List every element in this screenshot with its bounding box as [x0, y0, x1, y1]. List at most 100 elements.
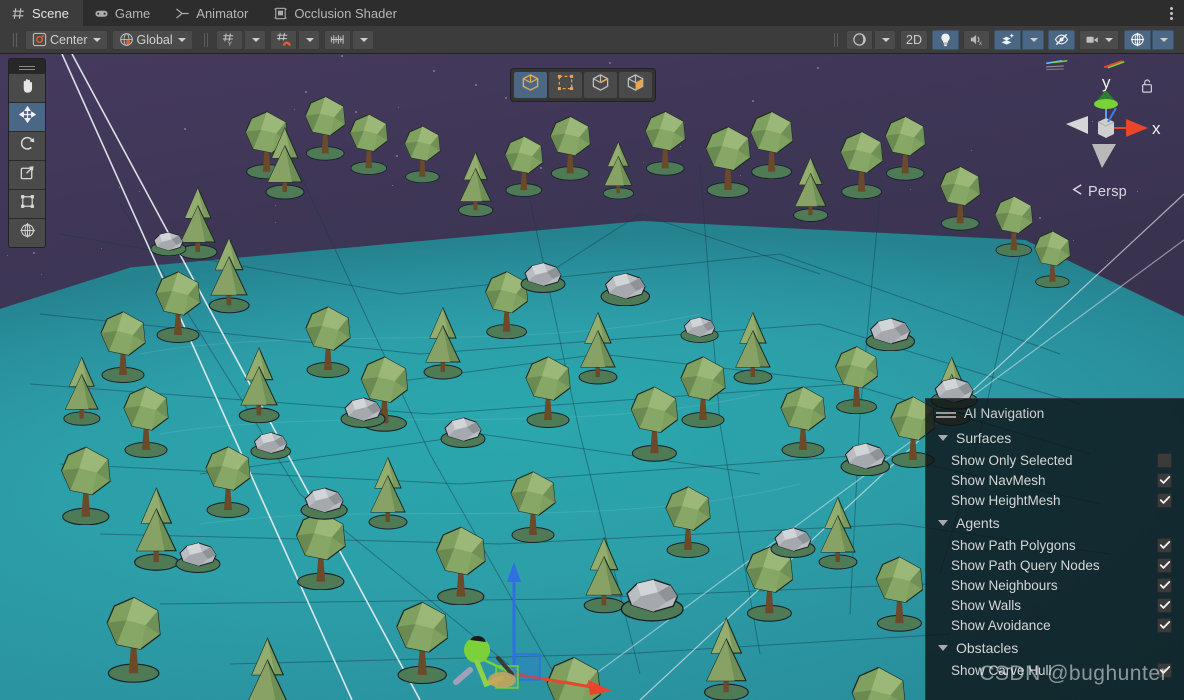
row-show-only-selected[interactable]: Show Only Selected [926, 450, 1184, 470]
toggle-2d-button[interactable]: 2D [900, 30, 928, 50]
row-show-avoidance[interactable]: Show Avoidance [926, 615, 1184, 635]
scene-tree-round [55, 444, 117, 525]
selected-agent-gizmo[interactable] [440, 554, 640, 700]
tab-scene[interactable]: Scene [0, 0, 83, 26]
move-tool[interactable] [9, 102, 45, 131]
row-label: Show Neighbours [951, 578, 1157, 593]
row-label: Show Carve Hull [951, 663, 1157, 678]
grid-icon [11, 6, 26, 21]
probuilder-mode-overlay [510, 68, 656, 102]
gizmos-button[interactable] [1124, 30, 1151, 50]
scene-tree-round [505, 469, 561, 543]
checkbox-show-walls[interactable] [1157, 598, 1172, 613]
scene-tree-pine [205, 234, 253, 314]
row-show-neighbours[interactable]: Show Neighbours [926, 575, 1184, 595]
increment-snap-dropdown[interactable] [352, 30, 374, 50]
panel-drag-handle[interactable] [936, 412, 956, 414]
move-arrows-icon [19, 106, 36, 128]
checkbox-show-path-query-nodes[interactable] [1157, 558, 1172, 573]
handle-space-label: Global [137, 33, 173, 47]
scene-rock [250, 429, 291, 460]
scale-icon [19, 164, 36, 186]
tab-game[interactable]: Game [83, 0, 164, 26]
ai-navigation-header[interactable]: AI Navigation [926, 401, 1184, 425]
checkbox-show-carve-hull[interactable] [1157, 663, 1172, 678]
window-tab-bar: Scene Game Animator Occlusion Shader [0, 0, 1184, 26]
rotate-tool[interactable] [9, 131, 45, 160]
checkbox-show-avoidance[interactable] [1157, 618, 1172, 633]
toolbar-grip-2[interactable] [202, 31, 211, 49]
row-label: Show NavMesh [951, 473, 1157, 488]
increment-snap-button[interactable] [324, 30, 351, 50]
grid-snap-control [270, 30, 320, 50]
grid-snap-dropdown[interactable] [298, 30, 320, 50]
chevron-down-icon [1105, 38, 1113, 42]
checkbox-show-heightmesh[interactable] [1157, 493, 1172, 508]
scene-audio-button[interactable]: x [963, 30, 990, 50]
row-label: Show Path Polygons [951, 538, 1157, 553]
gizmos-dropdown[interactable] [1152, 30, 1174, 50]
checkbox-show-navmesh[interactable] [1157, 473, 1172, 488]
group-agents[interactable]: Agents [926, 510, 1184, 535]
svg-text:x: x [979, 40, 982, 47]
scene-tree-pine [420, 304, 466, 380]
pivot-mode-button[interactable]: Center [25, 30, 108, 50]
svg-text:Y: Y [227, 41, 232, 47]
projection-mode-label: Persp [1088, 184, 1127, 200]
orientation-gizmo[interactable]: y x Persp [1036, 56, 1176, 206]
chevron-down-icon [938, 435, 948, 441]
ai-navigation-panel[interactable]: AI Navigation Surfaces Show Only Selecte… [925, 398, 1184, 700]
scene-tree-round [400, 124, 445, 183]
scale-tool[interactable] [9, 160, 45, 189]
group-obstacles[interactable]: Obstacles [926, 635, 1184, 660]
projection-mode-label-wrap[interactable]: Persp [1036, 183, 1162, 200]
checkbox-show-only-selected[interactable] [1157, 453, 1172, 468]
toolbar-grip[interactable] [11, 31, 20, 49]
row-show-navmesh[interactable]: Show NavMesh [926, 470, 1184, 490]
checkbox-show-path-polygons[interactable] [1157, 538, 1172, 553]
row-show-heightmesh[interactable]: Show HeightMesh [926, 490, 1184, 510]
effects-dropdown[interactable] [1022, 30, 1044, 50]
scene-rock [680, 314, 719, 343]
increment-snap-icon [330, 32, 345, 47]
row-show-path-query-nodes[interactable]: Show Path Query Nodes [926, 555, 1184, 575]
tab-label: Game [115, 6, 150, 21]
tool-palette-drag-handle[interactable] [9, 59, 45, 73]
group-surfaces[interactable]: Surfaces [926, 425, 1184, 450]
grid-snap-button[interactable] [270, 30, 297, 50]
increment-snap-control [324, 30, 374, 50]
hidden-objects-button[interactable] [1048, 30, 1075, 50]
scene-lighting-button[interactable] [932, 30, 959, 50]
lightbulb-icon [938, 32, 953, 47]
checkbox-show-neighbours[interactable] [1157, 578, 1172, 593]
axis-gizmo-cones[interactable]: y x [1036, 64, 1176, 194]
effects-button[interactable] [994, 30, 1021, 50]
vertex-mode-button[interactable] [549, 72, 582, 98]
camera-settings-button[interactable] [1079, 30, 1119, 50]
face-mode-button[interactable] [619, 72, 652, 98]
grid-axis-dropdown[interactable] [244, 30, 266, 50]
toolbar-grip-3[interactable] [832, 31, 841, 49]
grid-axis-control: Y [216, 30, 266, 50]
transform-tool[interactable] [9, 218, 45, 247]
row-show-carve-hull[interactable]: Show Carve Hull [926, 660, 1184, 680]
edge-mode-button[interactable] [584, 72, 617, 98]
handle-space-button[interactable]: Global [112, 30, 193, 50]
row-label: Show Only Selected [951, 453, 1157, 468]
grid-axis-button[interactable]: Y [216, 30, 243, 50]
scene-rock [440, 414, 486, 448]
shading-mode-button[interactable] [846, 30, 873, 50]
row-show-walls[interactable]: Show Walls [926, 595, 1184, 615]
scene-viewport[interactable]: y x Persp AI Navigation Surfaces Show On… [0, 54, 1184, 700]
row-label: Show Path Query Nodes [951, 558, 1157, 573]
kebab-menu-icon[interactable] [1158, 0, 1184, 26]
object-mode-button[interactable] [514, 72, 547, 98]
tab-animator[interactable]: Animator [164, 0, 262, 26]
tab-occlusion-shader[interactable]: Occlusion Shader [262, 0, 411, 26]
hand-tool[interactable] [9, 73, 45, 102]
scene-tree-pine [730, 309, 776, 385]
rect-tool[interactable] [9, 189, 45, 218]
scene-rock [340, 394, 386, 428]
shading-mode-dropdown[interactable] [874, 30, 896, 50]
row-show-path-polygons[interactable]: Show Path Polygons [926, 535, 1184, 555]
